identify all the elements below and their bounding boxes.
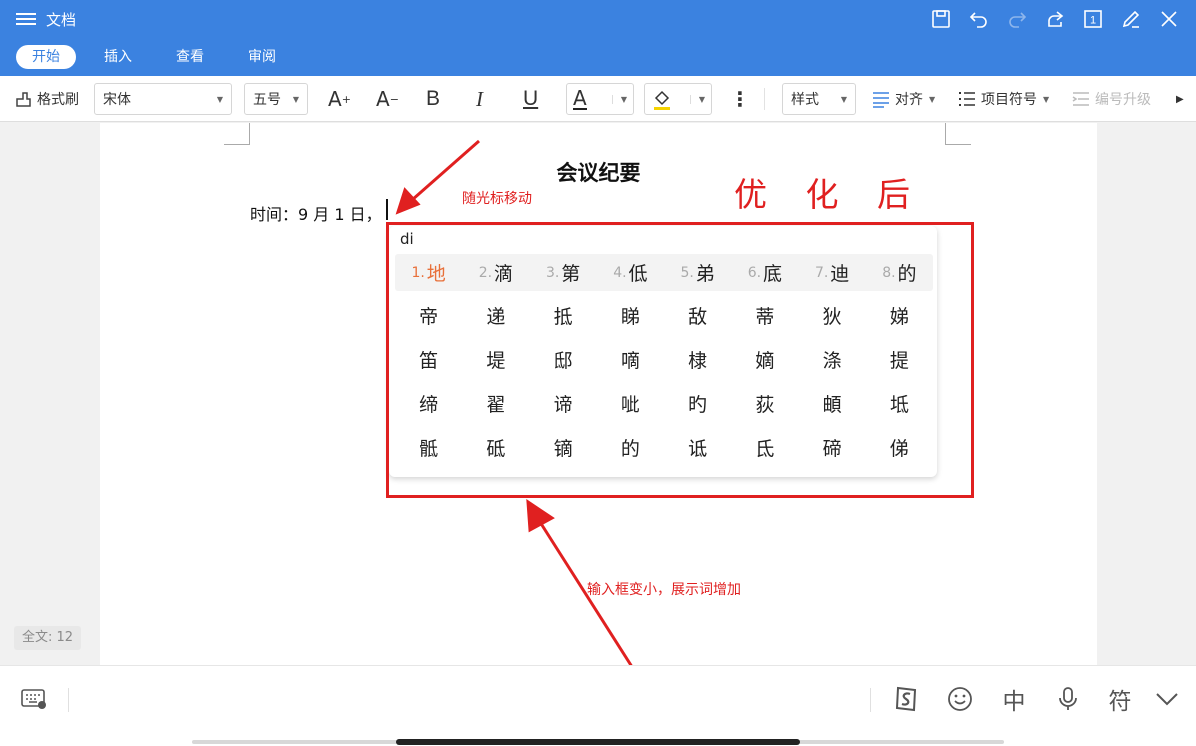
toolbar-divider <box>764 88 765 110</box>
italic-icon: I <box>476 86 483 111</box>
sogou-logo-icon[interactable] <box>890 684 922 714</box>
numbering-promote-label: 编号升级 <box>1095 92 1151 108</box>
chevron-down-icon[interactable] <box>1152 684 1182 714</box>
text-cursor <box>386 199 388 220</box>
chevron-down-icon: ▼ <box>689 94 705 104</box>
keyboard-icon[interactable] <box>20 684 48 714</box>
save-icon[interactable] <box>922 6 960 32</box>
format-toolbar: 格式刷 宋体 ▼ 五号 ▼ A + A − B I U A ▼ ▼ ⋮ 样式 ▼ 对… <box>0 76 1196 122</box>
margin-corner-right <box>945 123 971 145</box>
chevron-down-icon: ▼ <box>611 94 627 104</box>
margin-corner-left <box>224 123 250 145</box>
annotation-highlight-frame <box>386 222 974 498</box>
svg-text:1: 1 <box>1090 15 1096 27</box>
grow-font-button[interactable]: A + <box>328 83 351 115</box>
style-select[interactable]: 样式 ▼ <box>782 83 856 115</box>
style-value: 样式 <box>791 92 819 108</box>
format-painter-label: 格式刷 <box>37 92 79 108</box>
more-options-icon[interactable]: ⋮ <box>730 83 750 115</box>
underline-button[interactable]: U <box>523 83 538 115</box>
shrink-font-icon: A <box>376 87 390 111</box>
page-count-icon[interactable]: 1 <box>1074 6 1112 32</box>
chevron-down-icon: ▼ <box>292 94 299 104</box>
keyboard-bar-divider <box>68 688 69 712</box>
shrink-font-button[interactable]: A − <box>376 83 399 115</box>
title-bar-actions: 1 <box>922 6 1188 32</box>
chevron-down-icon: ▼ <box>929 94 936 104</box>
document-text-line: 时间：9 月 1 日， <box>250 205 382 224</box>
tab-view[interactable]: 查看 <box>160 45 220 69</box>
symbols-button[interactable]: 符 <box>1104 684 1136 715</box>
font-name-select[interactable]: 宋体 ▼ <box>94 83 232 115</box>
bulleted-list-icon <box>959 92 975 106</box>
align-button[interactable]: 对齐 ▼ <box>872 83 935 115</box>
share-icon[interactable] <box>1036 6 1074 32</box>
grow-font-icon: A <box>328 87 342 111</box>
chevron-down-icon: ▼ <box>1043 94 1050 104</box>
underline-icon: U <box>523 87 539 110</box>
edit-pen-icon[interactable] <box>1112 6 1150 32</box>
align-label: 对齐 <box>895 92 923 108</box>
keyboard-bar-divider <box>870 688 871 712</box>
annotation-bottom-note: 输入框变小，展示词增加 <box>587 582 741 598</box>
numbering-promote-icon <box>1072 92 1089 106</box>
format-painter-icon <box>16 92 31 107</box>
font-size-select[interactable]: 五号 ▼ <box>244 83 308 115</box>
app-title: 文档 <box>46 11 77 29</box>
format-painter-button[interactable]: 格式刷 <box>14 83 79 115</box>
highlight-color-button[interactable]: ▼ <box>644 83 712 115</box>
bullets-label: 项目符号 <box>981 92 1037 108</box>
chevron-down-icon: ▼ <box>216 94 223 104</box>
annotation-optimized: 优 化 后 <box>734 175 924 214</box>
redo-icon[interactable] <box>998 6 1036 32</box>
microphone-icon[interactable] <box>1052 684 1084 714</box>
scrollbar-thumb[interactable] <box>396 739 800 745</box>
font-color-icon: A <box>573 86 587 110</box>
font-size-value: 五号 <box>253 92 281 108</box>
document-title: 会议纪要 <box>556 161 641 185</box>
title-bar: 文档 1 开始 插入 查看 审阅 <box>0 0 1196 76</box>
chinese-mode-toggle[interactable]: 中 <box>998 684 1030 715</box>
tab-insert[interactable]: 插入 <box>88 45 148 69</box>
font-name-value: 宋体 <box>103 92 131 108</box>
bold-icon: B <box>426 87 441 110</box>
tab-review[interactable]: 审阅 <box>232 45 292 69</box>
highlight-bucket-icon <box>654 90 670 110</box>
toolbar-scroll-right-icon[interactable]: ▶ <box>1176 83 1184 115</box>
annotation-cursor-note: 随光标移动 <box>462 191 532 207</box>
font-color-button[interactable]: A ▼ <box>566 83 634 115</box>
numbering-promote-button[interactable]: 编号升级 <box>1072 83 1151 115</box>
bullets-button[interactable]: 项目符号 ▼ <box>958 83 1049 115</box>
menu-icon[interactable] <box>16 10 36 30</box>
word-count-badge: 全文: 12 <box>14 626 82 650</box>
align-icon <box>873 92 889 108</box>
ribbon-tabs: 开始 插入 查看 审阅 <box>16 45 304 69</box>
close-icon[interactable] <box>1150 6 1188 32</box>
undo-icon[interactable] <box>960 6 998 32</box>
bold-button[interactable]: B <box>426 83 440 115</box>
emoji-icon[interactable] <box>944 684 976 714</box>
tab-start[interactable]: 开始 <box>16 45 76 69</box>
ime-keyboard-bar: 中 符 <box>0 665 1196 746</box>
italic-button[interactable]: I <box>476 83 483 115</box>
chevron-down-icon: ▼ <box>840 94 847 104</box>
